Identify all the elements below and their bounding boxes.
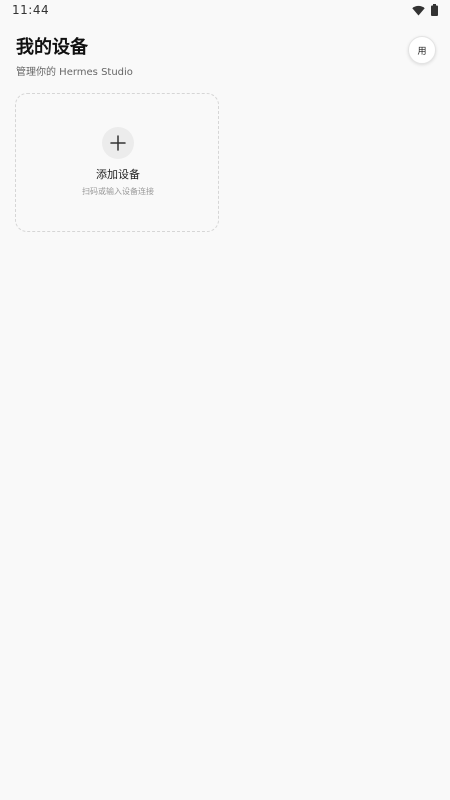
status-icons bbox=[412, 3, 438, 16]
add-device-card[interactable]: 添加设备 扫码或输入设备连接 bbox=[15, 93, 219, 232]
avatar-label: 用 bbox=[417, 46, 427, 57]
add-device-hint: 扫码或输入设备连接 bbox=[82, 187, 154, 196]
plus-icon bbox=[102, 127, 134, 159]
add-device-label: 添加设备 bbox=[96, 168, 140, 181]
page-title: 我的设备 bbox=[16, 37, 88, 58]
wifi-icon bbox=[412, 1, 425, 20]
status-time: 11:44 bbox=[12, 3, 50, 17]
status-bar: 11:44 bbox=[0, 0, 450, 22]
page-subtitle: 管理你的 Hermes Studio bbox=[16, 67, 133, 78]
user-avatar-button[interactable]: 用 bbox=[408, 36, 436, 64]
battery-icon bbox=[431, 1, 438, 20]
